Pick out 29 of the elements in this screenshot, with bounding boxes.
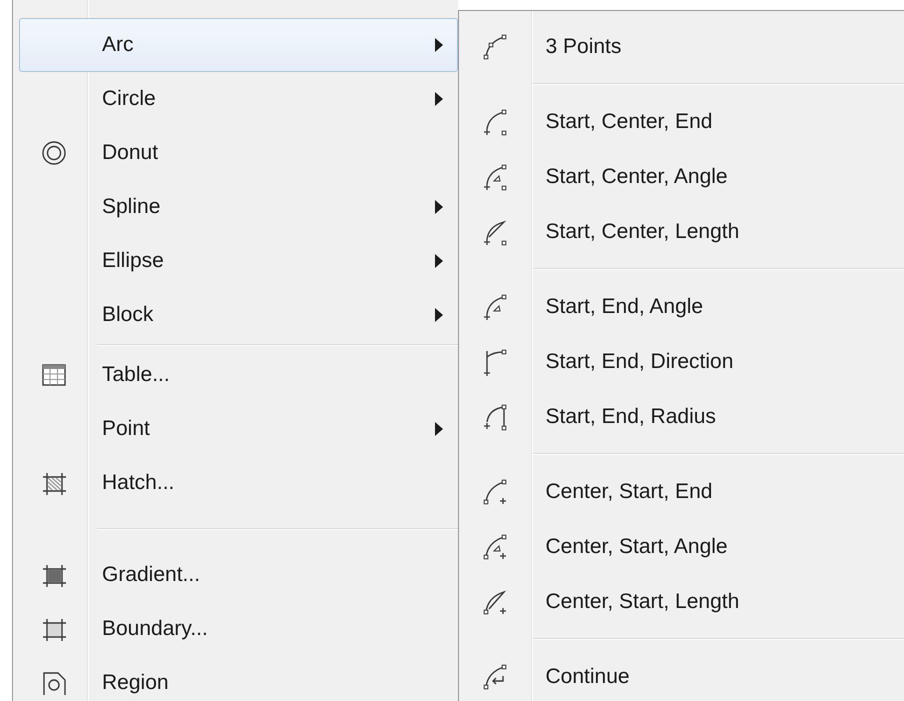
menu-item[interactable]: Point	[19, 402, 458, 456]
submenu-item[interactable]: Continue	[458, 649, 904, 701]
submenu-item[interactable]: Start, Center, Angle	[458, 149, 904, 204]
submenu-item[interactable]: Start, End, Angle	[458, 279, 904, 334]
submenu-item[interactable]: Start, End, Direction	[458, 334, 904, 389]
menu-item[interactable]: Region	[19, 656, 458, 701]
menu-item[interactable]: Arc	[19, 18, 458, 72]
submenu-arrow-icon	[434, 200, 442, 214]
submenu-item[interactable]: Start, Center, End	[458, 94, 904, 149]
submenu-item[interactable]: 3 Points	[458, 19, 904, 74]
menu-item[interactable]: Donut	[19, 126, 458, 180]
submenu-arrow-icon	[434, 308, 442, 322]
menu-item[interactable]: Ellipse	[19, 234, 458, 288]
menu-item[interactable]: Boundary...	[19, 602, 458, 656]
submenu-arrow-icon	[434, 254, 442, 268]
menu-item[interactable]: Gradient...	[19, 548, 458, 602]
submenu-arrow-icon	[434, 92, 442, 106]
submenu-item[interactable]: Center, Start, End	[458, 464, 904, 519]
menu-item[interactable]: Table...	[19, 348, 458, 402]
menu-item[interactable]: Hatch...	[19, 456, 458, 510]
submenu-item[interactable]: Start, Center, Length	[458, 204, 904, 259]
menu-item[interactable]: Spline	[19, 180, 458, 234]
submenu-item[interactable]: Center, Start, Angle	[458, 519, 904, 574]
menu-item[interactable]: Block	[19, 288, 458, 342]
submenu-arrow-icon	[434, 38, 442, 52]
submenu-item[interactable]: Center, Start, Length	[458, 574, 904, 629]
submenu-item[interactable]: Start, End, Radius	[458, 389, 904, 444]
submenu-arrow-icon	[434, 422, 442, 436]
menu-item[interactable]: Circle	[19, 72, 458, 126]
